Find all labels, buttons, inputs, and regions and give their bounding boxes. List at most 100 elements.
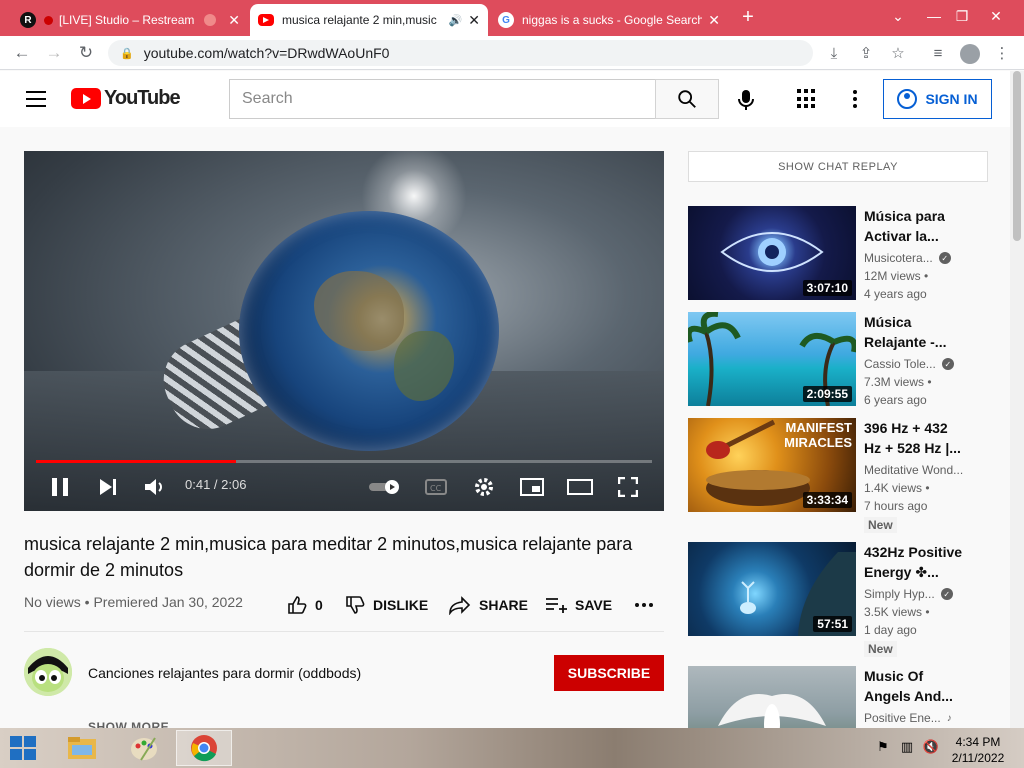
fullscreen-button[interactable] xyxy=(614,473,642,501)
share-button[interactable]: SHARE xyxy=(449,594,528,616)
windows-start-icon[interactable] xyxy=(10,736,36,760)
video-title[interactable]: 396 Hz + 432 Hz + 528 Hz |... xyxy=(864,418,968,458)
address-bar-row: ← → ↻ 🔒 youtube.com/watch?v=DRwdWAoUnF0 … xyxy=(0,36,1024,70)
music-note-icon: ♪ xyxy=(946,712,952,724)
close-tab-icon[interactable]: ✕ xyxy=(228,12,240,29)
reload-button[interactable]: ↻ xyxy=(74,41,98,65)
file-explorer-icon[interactable] xyxy=(54,730,110,766)
channel-avatar[interactable] xyxy=(24,648,72,696)
video-player[interactable]: 0:41 / 2:06 CC xyxy=(24,151,664,511)
close-window-button[interactable]: ✕ xyxy=(978,0,1014,32)
thumbs-down-icon xyxy=(346,596,365,614)
recommended-video[interactable]: 3:07:10 Música para Activar la... Musico… xyxy=(688,206,1008,301)
video-thumbnail[interactable]: 57:51 xyxy=(688,542,856,636)
pause-button[interactable] xyxy=(46,473,74,501)
recommended-video[interactable]: Music Of Angels And... Positive Ene... ♪ xyxy=(688,666,1008,728)
channel-label: Meditative Wond... xyxy=(864,463,964,477)
volume-button[interactable] xyxy=(141,473,169,501)
video-thumbnail[interactable]: 2:09:55 xyxy=(688,312,856,406)
next-button[interactable] xyxy=(94,473,122,501)
recommended-video[interactable]: 2:09:55 Música Relajante -... Cassio Tol… xyxy=(688,312,1008,407)
progress-bar[interactable] xyxy=(36,460,652,463)
close-tab-icon[interactable]: ✕ xyxy=(468,12,480,29)
tab-google[interactable]: G niggas is a sucks - Google Search ✕ xyxy=(490,4,728,36)
save-button[interactable]: SAVE xyxy=(545,594,612,616)
tab-restream[interactable]: R [LIVE] Studio – Restream ✕ xyxy=(12,4,248,36)
recommended-video[interactable]: MANIFEST MIRACLES 3:33:34 396 Hz + 432 H… xyxy=(688,418,1008,533)
lock-icon[interactable]: 🔒 xyxy=(120,47,134,60)
theater-mode-button[interactable] xyxy=(566,473,594,501)
restore-button[interactable]: ❐ xyxy=(944,0,980,32)
video-thumbnail[interactable] xyxy=(688,666,856,728)
video-views: 7.3M views • xyxy=(864,375,932,389)
video-title[interactable]: Música Relajante -... xyxy=(864,312,968,352)
video-channel[interactable]: Musicotera... ✓ xyxy=(864,251,951,265)
settings-button[interactable] xyxy=(470,473,498,501)
channel-label: Positive Ene... xyxy=(864,711,941,725)
video-channel[interactable]: Meditative Wond... xyxy=(864,463,963,477)
share-icon[interactable]: ⇪ xyxy=(854,41,878,65)
video-title: musica relajante 2 min,musica para medit… xyxy=(24,534,633,580)
search-button[interactable] xyxy=(655,79,719,119)
subtitles-button[interactable]: CC xyxy=(421,473,451,501)
video-duration: 2:09:55 xyxy=(802,386,852,402)
search-input[interactable]: Search xyxy=(229,79,656,119)
divider xyxy=(24,631,664,632)
video-title[interactable]: 432Hz Positive Energy ✤... xyxy=(864,542,968,582)
video-channel[interactable]: Simply Hyp... ✓ xyxy=(864,587,953,601)
miniplayer-button[interactable] xyxy=(518,473,546,501)
subscribe-button[interactable]: SUBSCRIBE xyxy=(554,655,664,691)
autoplay-icon xyxy=(369,480,399,494)
autoplay-toggle[interactable] xyxy=(367,473,403,501)
video-channel[interactable]: Positive Ene... ♪ xyxy=(864,711,952,725)
profile-avatar[interactable] xyxy=(960,44,980,64)
share-arrow-icon xyxy=(449,596,471,615)
close-tab-icon[interactable]: ✕ xyxy=(708,12,720,29)
recommended-video[interactable]: 57:51 432Hz Positive Energy ✤... Simply … xyxy=(688,542,1008,657)
install-icon[interactable]: ⤓ xyxy=(822,41,846,65)
voice-search-button[interactable] xyxy=(733,87,759,113)
show-chat-replay-button[interactable]: SHOW CHAT REPLAY xyxy=(688,151,988,182)
new-badge: New xyxy=(864,641,897,657)
media-control-icon[interactable]: ≡ xyxy=(926,41,950,65)
chrome-taskbar-icon[interactable] xyxy=(176,730,232,766)
sign-in-button[interactable]: SIGN IN xyxy=(883,79,992,119)
dislike-button[interactable]: DISLIKE xyxy=(345,594,428,616)
action-center-flag-icon[interactable]: ⚑ xyxy=(874,738,892,756)
video-views: 3.5K views • xyxy=(864,605,930,619)
back-button[interactable]: ← xyxy=(10,41,34,65)
forward-button[interactable]: → xyxy=(42,41,66,65)
bookmark-star-icon[interactable]: ☆ xyxy=(886,41,910,65)
video-title[interactable]: Music Of Angels And... xyxy=(864,666,968,706)
tab-youtube[interactable]: musica relajante 2 min,music 🔊 ✕ xyxy=(250,4,488,36)
tab-title: [LIVE] Studio – Restream xyxy=(59,13,195,27)
apps-grid-icon[interactable] xyxy=(797,89,817,109)
video-channel[interactable]: Cassio Tole... ✓ xyxy=(864,357,954,371)
tab-search-icon[interactable]: ⌄ xyxy=(880,0,916,32)
network-icon[interactable]: ▥ xyxy=(898,738,916,756)
video-title[interactable]: Música para Activar la... xyxy=(864,206,968,246)
settings-more-icon[interactable] xyxy=(845,87,865,111)
taskbar-clock[interactable]: 4:34 PM 2/11/2022 xyxy=(948,734,1008,766)
video-views: 1.4K views • xyxy=(864,481,930,495)
video-thumbnail[interactable]: 3:07:10 xyxy=(688,206,856,300)
url-field[interactable]: 🔒 youtube.com/watch?v=DRwdWAoUnF0 xyxy=(108,40,813,66)
video-thumbnail[interactable]: MANIFEST MIRACLES 3:33:34 xyxy=(688,418,856,512)
menu-icon[interactable] xyxy=(26,91,46,107)
video-duration: 57:51 xyxy=(813,616,852,632)
channel-avatar-graphic xyxy=(24,648,72,696)
windows-taskbar: ⚑ ▥ 🔇 4:34 PM 2/11/2022 xyxy=(0,728,1024,768)
search-icon xyxy=(678,90,696,108)
page-scrollbar[interactable] xyxy=(1010,71,1024,728)
like-button[interactable]: 0 xyxy=(287,594,323,616)
youtube-logo[interactable]: YouTube xyxy=(71,87,181,110)
new-tab-button[interactable]: + xyxy=(738,6,758,28)
chrome-menu-icon[interactable]: ⋮ xyxy=(990,41,1014,65)
paint-icon[interactable] xyxy=(116,730,172,766)
speaker-icon[interactable]: 🔊 xyxy=(449,14,463,27)
channel-name[interactable]: Canciones relajantes para dormir (oddbod… xyxy=(88,665,361,681)
scrollbar-thumb[interactable] xyxy=(1013,71,1021,241)
more-actions-button[interactable] xyxy=(634,594,654,616)
volume-muted-icon[interactable]: 🔇 xyxy=(922,738,940,756)
tab-title: musica relajante 2 min,music xyxy=(282,13,437,27)
